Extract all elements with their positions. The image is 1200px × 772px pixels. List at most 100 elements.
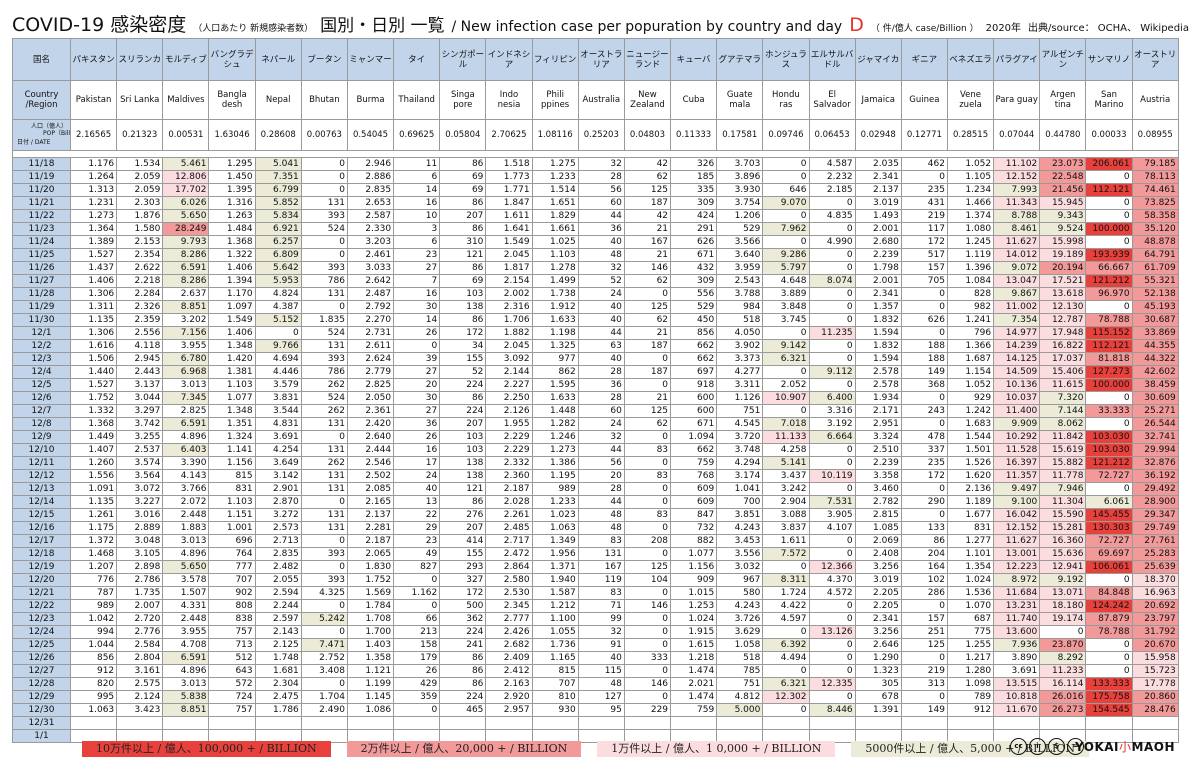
- date-cell: 12/4: [12, 365, 71, 379]
- infection-table: 国名 パキスタン スリランカ モルディブ バングラデシュ ネパール ブータン ミャンマー タイシ…: [12, 38, 1179, 743]
- value-cell: 6.664: [808, 430, 856, 444]
- value-cell: 13.515: [993, 677, 1041, 691]
- population-cell: 0.04803: [623, 119, 672, 151]
- value-cell: 115.152: [1085, 326, 1133, 340]
- table-row: 11/21 1.231 2.303 6.026 1.316 5.852 131 2.653 16…: [12, 196, 1179, 210]
- value-cell: 125: [900, 638, 948, 652]
- value-cell: 1.544: [946, 430, 995, 444]
- value-cell: 1.354: [946, 560, 995, 574]
- value-cell: 1.407: [69, 443, 118, 457]
- value-cell: 5.461: [162, 157, 210, 171]
- country-ja: ブータン: [300, 38, 348, 81]
- value-cell: 0: [900, 651, 948, 665]
- value-cell: 0: [762, 209, 810, 223]
- value-cell: 815: [208, 469, 256, 483]
- value-cell: 27: [393, 261, 441, 275]
- value-cell: 8.461: [993, 222, 1041, 236]
- population-cell: 0.69625: [393, 119, 441, 151]
- value-cell: 3.930: [716, 183, 764, 197]
- value-cell: 3.408: [300, 664, 348, 678]
- value-cell: 1.493: [854, 209, 902, 223]
- value-cell: 1.231: [69, 196, 118, 210]
- value-cell: 572: [208, 677, 256, 691]
- value-cell: 127.273: [1085, 365, 1133, 379]
- value-cell: 15.723: [1131, 664, 1179, 678]
- value-cell: 5.141: [762, 456, 810, 470]
- value-cell: 1.306: [69, 326, 118, 340]
- value-cell: 87.879: [1085, 612, 1133, 626]
- value-cell: 125: [623, 300, 672, 314]
- date-cell: 12/27: [12, 664, 71, 678]
- value-cell: 185: [670, 170, 718, 184]
- value-cell: 4.258: [762, 443, 810, 457]
- value-cell: 188: [900, 339, 948, 353]
- value-cell: 713: [208, 638, 256, 652]
- value-cell: 44: [577, 495, 625, 509]
- value-cell: 10.037: [993, 391, 1041, 405]
- value-cell: 696: [208, 534, 256, 548]
- value-cell: 0: [623, 547, 672, 561]
- value-cell: 2.125: [254, 638, 302, 652]
- value-cell: 2.153: [116, 235, 164, 249]
- value-cell: 1.704: [300, 690, 348, 704]
- value-cell: 1.245: [946, 235, 995, 249]
- value-cell: 146: [623, 599, 672, 613]
- value-cell: 18.180: [1039, 599, 1087, 613]
- value-cell: 131: [300, 339, 348, 353]
- value-cell: 3.742: [116, 417, 164, 431]
- value-cell: 5.041: [254, 157, 302, 171]
- value-cell: [1039, 716, 1087, 730]
- brand-logo: YOKAI小MAOH: [1075, 738, 1175, 755]
- value-cell: 0: [808, 482, 856, 496]
- value-cell: 52.138: [1131, 287, 1179, 301]
- value-cell: 21: [623, 248, 672, 262]
- value-cell: 219: [900, 664, 948, 678]
- value-cell: 517: [900, 248, 948, 262]
- value-cell: 4.572: [808, 586, 856, 600]
- value-cell: 1.189: [946, 495, 995, 509]
- value-cell: 1.041: [716, 482, 764, 496]
- value-cell: 0: [254, 326, 302, 340]
- value-cell: 626: [670, 235, 718, 249]
- value-cell: 13.047: [993, 274, 1041, 288]
- value-cell: 0: [762, 664, 810, 678]
- value-cell: 3.691: [254, 430, 302, 444]
- value-cell: 2.580: [485, 573, 533, 587]
- value-cell: 96.970: [1085, 287, 1133, 301]
- value-cell: 1.100: [531, 612, 579, 626]
- value-cell: 167: [577, 560, 625, 574]
- value-cell: 52: [577, 274, 625, 288]
- value-cell: 1.386: [531, 456, 579, 470]
- value-cell: 310: [439, 235, 487, 249]
- value-cell: [993, 716, 1041, 730]
- date-cell: 11/26: [12, 261, 71, 275]
- value-cell: 208: [623, 534, 672, 548]
- value-cell: 1.683: [946, 417, 995, 431]
- country-en: New Zealand: [623, 80, 672, 120]
- value-cell: 918: [670, 378, 718, 392]
- date-cell: 11/24: [12, 235, 71, 249]
- value-cell: 2.250: [485, 391, 533, 405]
- value-cell: 86: [439, 391, 487, 405]
- value-cell: 4.446: [254, 365, 302, 379]
- value-cell: 13.618: [1039, 287, 1087, 301]
- value-cell: 4.708: [162, 638, 210, 652]
- value-cell: 5.642: [254, 261, 302, 275]
- value-cell: 1.103: [208, 378, 256, 392]
- value-cell: 1.396: [946, 261, 995, 275]
- value-cell: 2.487: [346, 287, 395, 301]
- value-cell: 17.037: [1039, 352, 1087, 366]
- value-cell: 28: [577, 365, 625, 379]
- table-row: 12/26 856 2.804 6.591 512 1.748 2.752 1.358 179 8…: [12, 651, 1179, 665]
- value-cell: 100.000: [1085, 222, 1133, 236]
- value-cell: 3.142: [254, 469, 302, 483]
- unit-label: （ 件/億人 case/Billion ）: [870, 24, 979, 34]
- value-cell: 1.233: [531, 170, 579, 184]
- value-cell: 6: [393, 170, 441, 184]
- value-cell: 828: [946, 287, 995, 301]
- population-cell: 0.44780: [1039, 119, 1087, 151]
- value-cell: 0: [1085, 651, 1133, 665]
- value-cell: 1.784: [346, 599, 395, 613]
- value-cell: 0: [300, 495, 348, 509]
- value-cell: 580: [716, 586, 764, 600]
